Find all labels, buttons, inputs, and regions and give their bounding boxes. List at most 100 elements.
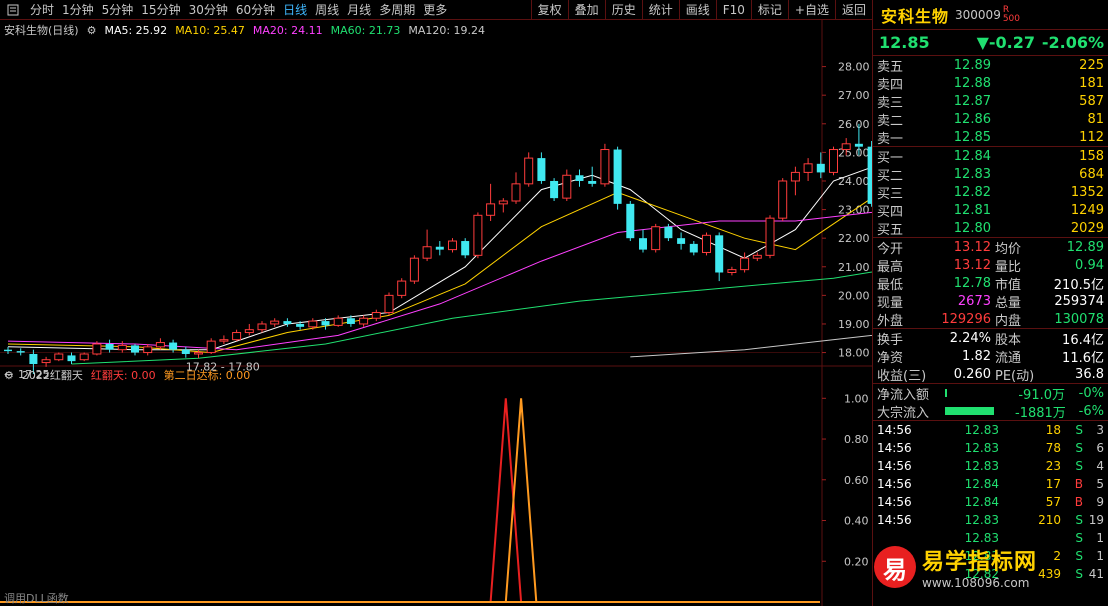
indicator-settings-icon[interactable]: ⚙ bbox=[4, 369, 14, 382]
candle[interactable] bbox=[79, 352, 89, 362]
candle[interactable] bbox=[524, 152, 534, 187]
candle[interactable] bbox=[626, 201, 635, 242]
candle[interactable] bbox=[257, 321, 267, 333]
toolbar-action-button[interactable]: 返回 bbox=[834, 0, 872, 20]
period-tab[interactable]: 15分钟 bbox=[137, 0, 184, 20]
candle[interactable] bbox=[359, 315, 369, 327]
candle[interactable] bbox=[219, 335, 229, 344]
period-tab[interactable]: 月线 bbox=[343, 0, 375, 20]
period-tab[interactable]: 分时 bbox=[26, 0, 58, 20]
candle[interactable] bbox=[689, 241, 698, 256]
candle[interactable] bbox=[765, 215, 775, 259]
candle[interactable] bbox=[829, 146, 838, 176]
candle[interactable] bbox=[651, 223, 661, 253]
candle[interactable] bbox=[270, 318, 280, 327]
toolbar-action-button[interactable]: 画线 bbox=[678, 0, 716, 20]
candle[interactable] bbox=[143, 343, 153, 356]
period-tab[interactable]: 多周期 bbox=[375, 0, 419, 20]
candle[interactable] bbox=[537, 152, 546, 184]
toolbar-action-button[interactable]: 标记 bbox=[750, 0, 788, 20]
candle[interactable] bbox=[131, 343, 139, 356]
candle-body bbox=[181, 349, 190, 354]
candle[interactable] bbox=[371, 309, 381, 322]
book-row[interactable]: 买三 12.82 1352 bbox=[873, 183, 1108, 202]
book-row[interactable]: 卖四 12.88 181 bbox=[873, 74, 1108, 93]
candle[interactable] bbox=[244, 323, 254, 336]
candle[interactable] bbox=[169, 339, 178, 353]
period-tab[interactable]: 周线 bbox=[311, 0, 343, 20]
period-tab[interactable]: 1分钟 bbox=[58, 0, 98, 20]
candle[interactable] bbox=[790, 166, 800, 196]
tick-row: 14:56 12.84 17 B 5 bbox=[873, 475, 1108, 493]
book-row[interactable]: 卖一 12.85 112 bbox=[873, 128, 1108, 147]
book-row[interactable]: 买一 12.84 158 bbox=[873, 147, 1108, 166]
period-tab[interactable]: 60分钟 bbox=[232, 0, 279, 20]
stat-label: 最低 bbox=[877, 277, 904, 293]
candle[interactable] bbox=[67, 352, 76, 364]
candle[interactable] bbox=[4, 346, 12, 354]
candle[interactable] bbox=[498, 198, 508, 213]
toolbar-action-button[interactable]: 复权 bbox=[530, 0, 568, 20]
candle-body bbox=[105, 343, 114, 350]
chart-menu-icon[interactable] bbox=[4, 1, 22, 19]
candle[interactable] bbox=[511, 172, 521, 204]
candle[interactable] bbox=[181, 346, 190, 358]
flow-bar bbox=[945, 389, 1015, 397]
candle[interactable] bbox=[740, 252, 750, 273]
flow-row: 净流入额 -91.0万 -0% bbox=[873, 384, 1108, 403]
candle[interactable] bbox=[283, 318, 292, 327]
toolbar-action-button[interactable]: 叠加 bbox=[567, 0, 605, 20]
candle[interactable] bbox=[473, 212, 483, 259]
candle[interactable] bbox=[778, 178, 788, 222]
candle[interactable] bbox=[550, 178, 559, 201]
candle[interactable] bbox=[232, 329, 242, 342]
candle[interactable] bbox=[409, 255, 419, 284]
toolbar-action-button[interactable]: +自选 bbox=[787, 0, 835, 20]
candle[interactable] bbox=[803, 158, 813, 181]
candle[interactable] bbox=[639, 229, 647, 253]
candle[interactable] bbox=[41, 356, 51, 367]
flow-bar-fill bbox=[945, 407, 994, 415]
candle[interactable] bbox=[105, 339, 114, 353]
candle[interactable] bbox=[461, 238, 470, 259]
candle[interactable] bbox=[486, 183, 496, 222]
price-chart[interactable]: 28.0027.0026.0025.0024.0023.0022.0021.00… bbox=[0, 20, 872, 606]
book-row[interactable]: 卖二 12.86 81 bbox=[873, 110, 1108, 129]
candle[interactable] bbox=[397, 278, 407, 299]
candle[interactable] bbox=[448, 238, 457, 253]
candle[interactable] bbox=[54, 352, 64, 362]
book-row[interactable]: 卖三 12.87 587 bbox=[873, 92, 1108, 111]
stat-value-2: 0.94 bbox=[1075, 257, 1104, 273]
period-tab[interactable]: 日线 bbox=[279, 0, 311, 20]
toolbar-action-button[interactable]: F10 bbox=[715, 0, 751, 20]
stock-name: 安科生物 bbox=[881, 6, 950, 26]
candle[interactable] bbox=[752, 252, 762, 262]
candle[interactable] bbox=[702, 232, 711, 256]
toolbar-action-button[interactable]: 历史 bbox=[604, 0, 642, 20]
candle[interactable] bbox=[613, 146, 622, 210]
book-row[interactable]: 买二 12.83 684 bbox=[873, 165, 1108, 184]
candle[interactable] bbox=[575, 169, 584, 187]
candle[interactable] bbox=[117, 341, 127, 353]
book-row[interactable]: 买五 12.80 2029 bbox=[873, 219, 1108, 238]
candle[interactable] bbox=[16, 348, 25, 356]
candle[interactable] bbox=[816, 152, 825, 179]
candle[interactable] bbox=[562, 169, 572, 201]
chart-toolbar: 分时 1分钟 5分钟 15分钟 30分钟 60分钟 日线 周线 月线 多周期 更多 复权 叠加 历史 统计… bbox=[0, 0, 872, 20]
period-tab[interactable]: 更多 bbox=[419, 0, 451, 20]
period-tab[interactable]: 5分钟 bbox=[98, 0, 138, 20]
toolbar-action-button[interactable]: 统计 bbox=[641, 0, 679, 20]
candle[interactable] bbox=[435, 241, 444, 256]
candle[interactable] bbox=[600, 143, 610, 187]
book-row[interactable]: 买四 12.81 1249 bbox=[873, 201, 1108, 220]
period-tab[interactable]: 30分钟 bbox=[185, 0, 232, 20]
candle[interactable] bbox=[384, 292, 394, 316]
candle[interactable] bbox=[155, 338, 165, 350]
candle[interactable] bbox=[422, 229, 432, 262]
candle[interactable] bbox=[333, 315, 343, 327]
book-row[interactable]: 卖五 12.89 225 bbox=[873, 56, 1108, 75]
candle[interactable] bbox=[677, 232, 686, 250]
candle[interactable] bbox=[727, 266, 737, 276]
candle[interactable] bbox=[715, 232, 724, 282]
candle[interactable] bbox=[206, 338, 216, 354]
